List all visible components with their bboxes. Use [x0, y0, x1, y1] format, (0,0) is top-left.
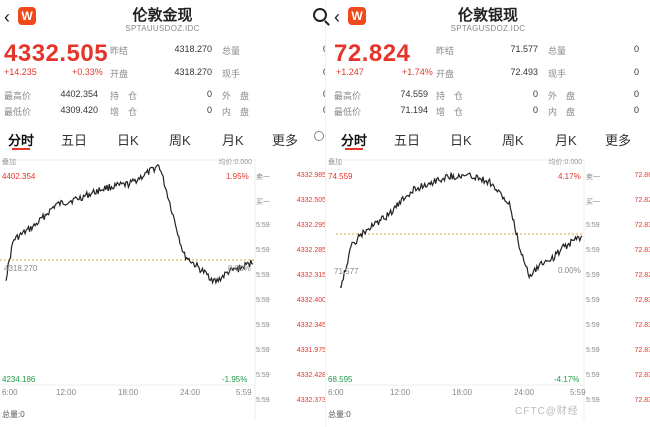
order-book-key: 5:59: [586, 222, 600, 229]
avg-price-label: 均价:0.000: [548, 159, 582, 166]
order-book-row: 5:59 4332.428: [256, 372, 325, 384]
order-book-price: 4332.400: [296, 297, 325, 304]
price-line: [5, 164, 254, 286]
order-book-price: 72.830: [634, 372, 650, 379]
avg-price-label: 均价:0.000: [218, 159, 252, 166]
order-book-price: 72.836: [634, 222, 650, 229]
order-book-row: 5:59 4332.295: [256, 222, 325, 234]
order-book-key: 5:59: [586, 247, 600, 254]
order-book-key: 买一: [586, 199, 600, 206]
order-book-key: 卖一: [256, 174, 270, 181]
order-book-price: 72.824: [634, 197, 650, 204]
order-book-key: 5:59: [256, 397, 270, 404]
order-book-price: 4332.345: [296, 322, 325, 329]
pct-axis-bottom: -4.17%: [554, 375, 580, 384]
time-label: 6:00: [2, 388, 18, 397]
gold-panel: ‹ W 伦敦金现 SPTAUUSDOZ.IDC 4332.505 +14.235…: [0, 0, 325, 427]
order-book-key: 买一: [256, 199, 270, 206]
price-line: [339, 172, 583, 288]
order-book-key: 5:59: [256, 322, 270, 329]
y-axis-bottom: 68.595: [328, 375, 353, 384]
y-axis-mid: 71.577: [334, 267, 359, 276]
order-book-row: 5:59 4331.975: [256, 347, 325, 359]
watermark: CFTC@财经: [515, 406, 579, 417]
order-book-row: 5:59 4332.345: [256, 322, 325, 334]
order-book-price: 4332.373: [296, 397, 325, 404]
y-axis-top: 4402.354: [2, 172, 36, 181]
silver-panel: ‹ W 伦敦银现 SPTAGUSDOZ.IDC 72.824 +1.247 +1…: [325, 0, 650, 427]
order-book-row: 5:59 72.831: [586, 397, 650, 409]
order-book-row: 卖一 72.864: [586, 172, 650, 184]
order-book-price: 4331.975: [296, 347, 325, 354]
order-book-price: 72.827: [634, 272, 650, 279]
time-label: 12:00: [390, 388, 411, 397]
order-book-key: 卖一: [586, 174, 600, 181]
order-book-price: 72.831: [634, 297, 650, 304]
order-book-key: 5:59: [586, 322, 600, 329]
order-book-price: 4332.505: [296, 197, 325, 204]
order-book: 卖一72.864买一72.8245:5972.8365:5972.8375:59…: [586, 172, 650, 417]
order-book-key: 5:59: [586, 297, 600, 304]
order-book-key: 5:59: [256, 372, 270, 379]
order-book-row: 5:59 4332.400: [256, 297, 325, 309]
y-axis-bottom: 4234.186: [2, 375, 36, 384]
time-label: 5:59: [236, 388, 252, 397]
order-book-price: 4332.285: [296, 247, 325, 254]
order-book-key: 5:59: [586, 347, 600, 354]
y-axis-top: 74.559: [328, 172, 353, 181]
order-book-price: 72.864: [634, 172, 650, 179]
order-book-row: 5:59 72.836: [586, 222, 650, 234]
order-book-row: 5:59 4332.315: [256, 272, 325, 284]
order-book-price: 72.837: [634, 247, 650, 254]
order-book-row: 卖一 4332.985: [256, 172, 325, 184]
order-book-row: 5:59 72.830: [586, 372, 650, 384]
y-axis-mid: 4318.270: [4, 264, 38, 273]
order-book-price: 4332.315: [296, 272, 325, 279]
order-book-key: 5:59: [586, 397, 600, 404]
order-book-key: 5:59: [256, 272, 270, 279]
order-book-price: 72.832: [634, 322, 650, 329]
pct-axis-mid: 0.00%: [558, 266, 581, 275]
order-book-key: 5:59: [256, 247, 270, 254]
time-label: 24:00: [180, 388, 201, 397]
order-book-key: 5:59: [586, 372, 600, 379]
order-book-key: 5:59: [256, 222, 270, 229]
overlay-tag[interactable]: 叠加: [328, 157, 342, 167]
order-book-price: 4332.295: [296, 222, 325, 229]
order-book-row: 5:59 4332.373: [256, 397, 325, 409]
time-label: 5:59: [570, 388, 586, 397]
time-label: 18:00: [452, 388, 473, 397]
volume-total: 总量:0: [328, 410, 351, 419]
volume-total: 总量:0: [2, 410, 25, 419]
time-label: 18:00: [118, 388, 139, 397]
pct-axis-top: 1.95%: [226, 172, 249, 181]
overlay-tag[interactable]: 叠加: [2, 157, 16, 167]
time-label: 12:00: [56, 388, 77, 397]
time-label: 6:00: [328, 388, 344, 397]
order-book-row: 买一 4332.505: [256, 197, 325, 209]
pct-axis-top: 4.17%: [558, 172, 581, 181]
order-book-row: 买一 72.824: [586, 197, 650, 209]
order-book-row: 5:59 72.832: [586, 322, 650, 334]
order-book: 卖一 4332.985 买一 4332.505 5:59 4332.295 5:59 4332…: [256, 172, 325, 417]
order-book-row: 5:59 72.827: [586, 272, 650, 284]
order-book-row: 5:59 72.831: [586, 297, 650, 309]
order-book-row: 5:59 72.837: [586, 247, 650, 259]
pct-axis-mid: 0.00%: [228, 264, 251, 273]
order-book-key: 5:59: [256, 297, 270, 304]
pct-axis-bottom: -1.95%: [222, 375, 248, 384]
order-book-key: 5:59: [256, 347, 270, 354]
order-book-price: 4332.428: [296, 372, 325, 379]
time-label: 24:00: [514, 388, 535, 397]
order-book-row: 5:59 72.833: [586, 347, 650, 359]
order-book-price: 72.831: [634, 397, 650, 404]
search-icon[interactable]: [313, 8, 327, 22]
order-book-key: 5:59: [586, 272, 600, 279]
order-book-price: 72.833: [634, 347, 650, 354]
order-book-price: 4332.985: [296, 172, 325, 179]
order-book-row: 5:59 4332.285: [256, 247, 325, 259]
